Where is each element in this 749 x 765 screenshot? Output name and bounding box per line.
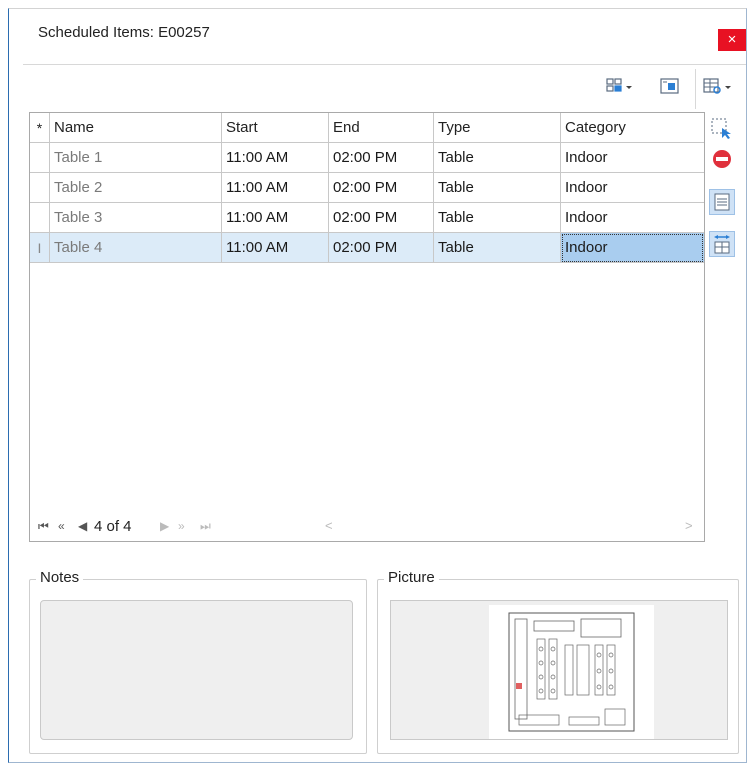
floor-plan-image <box>489 605 654 739</box>
notes-label: Notes <box>36 569 84 586</box>
close-button[interactable]: × <box>718 29 746 51</box>
row-indicator[interactable] <box>30 173 50 203</box>
first-record-button[interactable]: ⏮ <box>38 519 49 534</box>
row-indicator[interactable] <box>30 143 50 173</box>
select-icon[interactable] <box>709 116 735 142</box>
scroll-left-arrow[interactable]: < <box>325 518 333 533</box>
column-header-end[interactable]: End <box>329 113 434 143</box>
toolbar-divider <box>23 64 746 65</box>
last-record-button[interactable]: ⏭ <box>200 519 211 534</box>
cell-start[interactable]: 11:00 AM <box>222 143 329 173</box>
row-edit-indicator[interactable]: I <box>30 233 50 263</box>
scroll-right-arrow[interactable]: > <box>685 518 693 533</box>
table-row-selected[interactable]: I Table 4 11:00 AM 02:00 PM Table Indoor <box>30 233 704 263</box>
table-row[interactable]: Table 1 11:00 AM 02:00 PM Table Indoor <box>30 143 704 173</box>
cell-name[interactable]: Table 3 <box>50 203 222 233</box>
cell-type[interactable]: Table <box>434 233 561 263</box>
cell-end[interactable]: 02:00 PM <box>329 203 434 233</box>
next-page-button[interactable]: » <box>178 519 185 533</box>
details-icon[interactable] <box>709 189 735 215</box>
scheduled-items-window: Scheduled Items: E00257 × * Name Start E… <box>8 8 747 763</box>
previous-page-button[interactable]: « <box>58 519 65 533</box>
title-bar: Scheduled Items: E00257 × <box>9 9 746 59</box>
column-header-start[interactable]: Start <box>222 113 329 143</box>
cell-end[interactable]: 02:00 PM <box>329 173 434 203</box>
notes-field[interactable] <box>40 600 353 740</box>
expand-grid-icon[interactable] <box>709 231 735 257</box>
form-view-icon[interactable] <box>659 77 683 97</box>
record-navigator: ⏮ « ◀ 4 of 4 ▶ » ⏭ < > <box>30 515 704 541</box>
cell-category[interactable]: Indoor <box>561 143 704 173</box>
table-row[interactable]: Table 3 11:00 AM 02:00 PM Table Indoor <box>30 203 704 233</box>
picture-label: Picture <box>384 569 439 586</box>
picture-frame[interactable] <box>390 600 728 740</box>
picture-group: Picture <box>377 569 739 754</box>
column-header-name[interactable]: Name <box>50 113 222 143</box>
grid-header-row: * Name Start End Type Category <box>30 113 704 143</box>
column-header-type[interactable]: Type <box>434 113 561 143</box>
cell-name[interactable]: Table 4 <box>50 233 222 263</box>
next-record-button[interactable]: ▶ <box>160 519 169 533</box>
cell-end[interactable]: 02:00 PM <box>329 143 434 173</box>
cell-category[interactable]: Indoor <box>561 173 704 203</box>
cell-start[interactable]: 11:00 AM <box>222 233 329 263</box>
toolbar-separator <box>695 69 696 109</box>
cell-category-focused[interactable]: Indoor <box>561 233 704 263</box>
items-grid: * Name Start End Type Category Table 1 1… <box>29 112 705 542</box>
cell-name[interactable]: Table 1 <box>50 143 222 173</box>
new-row-marker[interactable]: * <box>30 113 50 143</box>
delete-icon[interactable] <box>709 146 735 172</box>
notes-group: Notes <box>29 569 367 754</box>
cell-name[interactable]: Table 2 <box>50 173 222 203</box>
table-row[interactable]: Table 2 11:00 AM 02:00 PM Table Indoor <box>30 173 704 203</box>
cell-type[interactable]: Table <box>434 143 561 173</box>
cell-type[interactable]: Table <box>434 173 561 203</box>
previous-record-button[interactable]: ◀ <box>78 519 87 533</box>
cell-start[interactable]: 11:00 AM <box>222 173 329 203</box>
row-indicator[interactable] <box>30 203 50 233</box>
cell-start[interactable]: 11:00 AM <box>222 203 329 233</box>
window-title: Scheduled Items: E00257 <box>38 24 210 41</box>
cell-end[interactable]: 02:00 PM <box>329 233 434 263</box>
cell-type[interactable]: Table <box>434 203 561 233</box>
column-chooser-icon[interactable] <box>701 77 735 97</box>
layout-grid-icon[interactable] <box>605 77 632 97</box>
column-header-category[interactable]: Category <box>561 113 704 143</box>
record-position: 4 of 4 <box>94 518 132 535</box>
cell-category[interactable]: Indoor <box>561 203 704 233</box>
